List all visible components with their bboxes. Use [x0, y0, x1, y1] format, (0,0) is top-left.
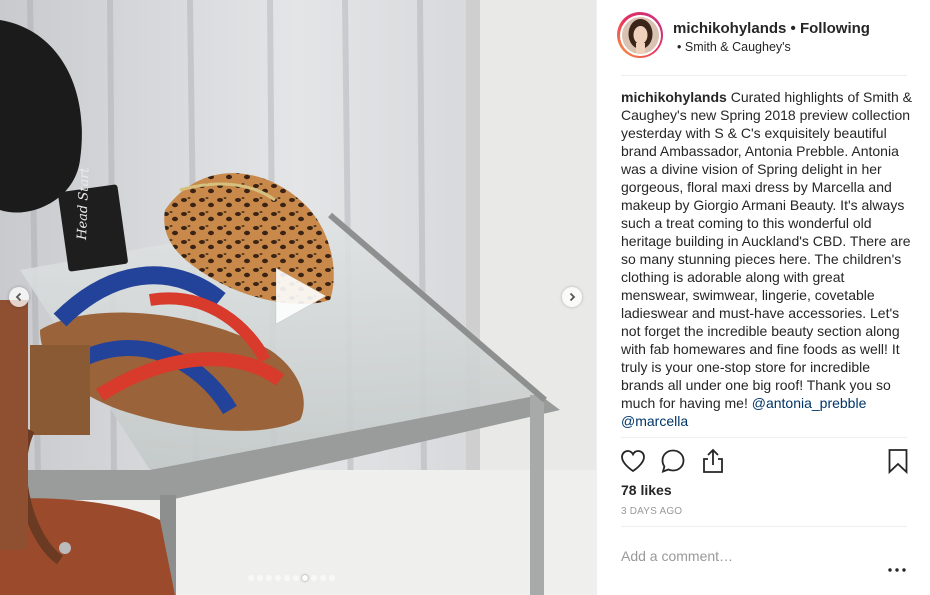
following-button[interactable]: Following — [800, 20, 870, 37]
carousel-dot — [257, 575, 263, 581]
avatar[interactable] — [617, 12, 663, 58]
location-bullet: • — [677, 40, 682, 54]
header-username[interactable]: michikohylands — [673, 20, 786, 37]
post-timestamp[interactable]: 3 DAYS AGO — [621, 506, 682, 517]
header-divider — [621, 75, 907, 76]
carousel-dot — [320, 575, 326, 581]
post-panel: michikohylands • Following • Smith & Cau… — [596, 0, 930, 595]
play-button[interactable] — [266, 264, 330, 328]
product-tag-text: Head Start — [75, 166, 93, 241]
more-options-button[interactable] — [885, 562, 909, 578]
carousel-dot — [293, 575, 299, 581]
comment-icon — [661, 449, 685, 473]
more-options-icon — [888, 568, 906, 572]
caption-username[interactable]: michikohylands — [621, 89, 727, 105]
carousel-indicator — [248, 575, 335, 581]
chevron-right-icon — [569, 292, 576, 302]
location-link[interactable]: Smith & Caughey's — [685, 40, 791, 54]
carousel-next-button[interactable] — [562, 287, 582, 307]
likes-count[interactable]: 78 likes — [621, 482, 672, 498]
action-bar — [597, 446, 930, 478]
carousel-dot — [275, 575, 281, 581]
caption-text: Curated highlights of Smith & Caughey's … — [621, 89, 913, 411]
chevron-left-icon — [15, 292, 22, 302]
caption-scroll-area[interactable]: michikohylands Curated highlights of Smi… — [621, 88, 915, 438]
header-separator: • — [790, 20, 796, 37]
comment-button[interactable] — [658, 446, 688, 476]
play-icon — [275, 267, 328, 325]
caption-divider — [621, 437, 907, 438]
carousel-previous-button[interactable] — [9, 287, 29, 307]
like-button[interactable] — [618, 446, 648, 476]
share-button[interactable] — [698, 446, 728, 476]
heart-icon — [621, 450, 645, 473]
profile-photo — [621, 16, 659, 54]
carousel-dot — [284, 575, 290, 581]
save-button[interactable] — [883, 446, 913, 476]
bookmark-icon — [888, 449, 908, 474]
add-comment-input[interactable] — [621, 545, 871, 567]
caption: michikohylands Curated highlights of Smi… — [621, 88, 915, 430]
carousel-dot — [329, 575, 335, 581]
post-header: michikohylands • Following • Smith & Cau… — [597, 0, 930, 76]
share-icon — [703, 448, 723, 473]
post-media[interactable]: Head Start — [0, 0, 596, 595]
carousel-dot — [266, 575, 272, 581]
comment-divider — [621, 526, 907, 527]
carousel-dot — [311, 575, 317, 581]
carousel-dot — [248, 575, 254, 581]
carousel-dot — [302, 575, 308, 581]
